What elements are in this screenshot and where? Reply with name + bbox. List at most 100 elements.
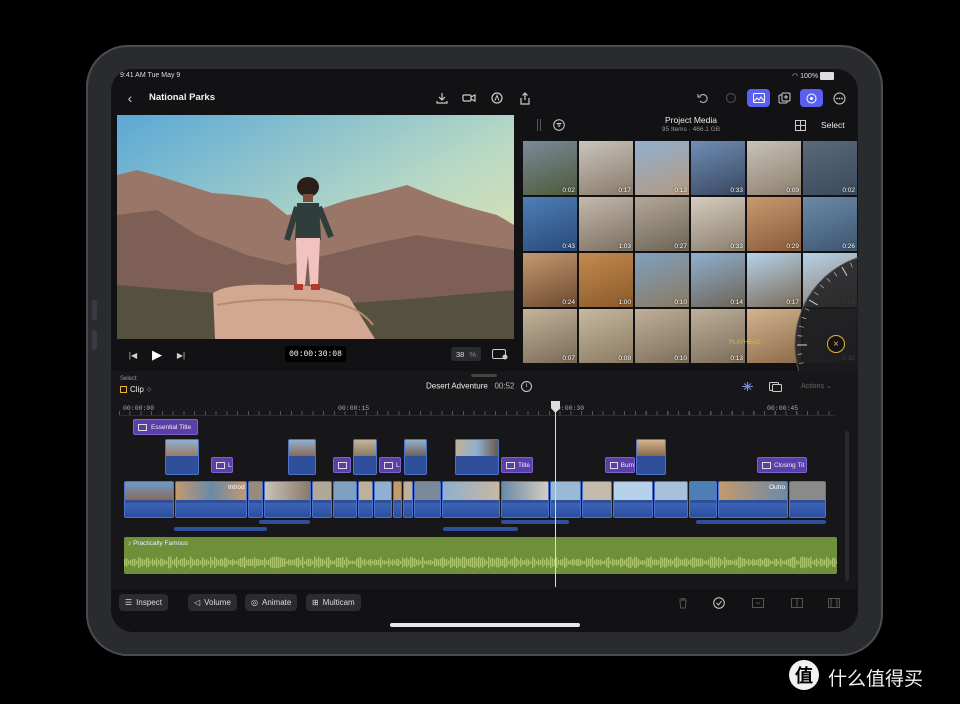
filter-icon[interactable]	[552, 118, 566, 132]
clip-appearance-icon[interactable]	[768, 379, 782, 393]
primary-clip[interactable]	[374, 481, 392, 518]
redo-icon[interactable]	[722, 90, 740, 106]
detach-icon[interactable]	[751, 596, 765, 610]
grid-view-icon[interactable]	[794, 119, 807, 132]
media-thumbnail[interactable]: 1:00	[579, 253, 633, 307]
trim-icon[interactable]	[827, 596, 841, 610]
connected-audio-clip[interactable]	[501, 520, 569, 524]
primary-clip[interactable]	[689, 481, 717, 518]
media-thumbnail[interactable]: 0:02	[803, 141, 857, 195]
clip-mode-selector[interactable]: Clip ◇	[120, 385, 151, 394]
primary-clip[interactable]	[414, 481, 441, 518]
media-thumbnail[interactable]: 0:43	[523, 197, 577, 251]
primary-clip[interactable]	[393, 481, 402, 518]
primary-clip[interactable]	[442, 481, 500, 518]
media-thumbnail[interactable]: 0:10	[635, 253, 689, 307]
multicam-button[interactable]: ⊞ Multicam	[306, 594, 361, 611]
media-thumbnail[interactable]: 0:13	[691, 309, 745, 363]
animate-button[interactable]: ◎ Animate	[245, 594, 298, 611]
primary-clip[interactable]	[613, 481, 653, 518]
title-clip[interactable]	[333, 457, 351, 473]
camera-icon[interactable]	[460, 90, 478, 106]
media-browser-button[interactable]	[747, 89, 770, 107]
skip-forward-icon[interactable]: ▶|	[175, 349, 187, 361]
undo-icon[interactable]	[694, 90, 712, 106]
media-thumbnail[interactable]: 0:17	[579, 141, 633, 195]
title-clip[interactable]: Essential Title	[133, 419, 198, 435]
playhead[interactable]	[555, 401, 556, 587]
title-clip[interactable]: Bum	[605, 457, 635, 473]
media-thumbnail[interactable]: 0:26	[803, 197, 857, 251]
play-icon[interactable]: ▶	[150, 347, 164, 362]
title-clip[interactable]: Closing Tit	[757, 457, 807, 473]
media-thumbnail[interactable]: 0:07	[523, 309, 577, 363]
media-thumbnail[interactable]: 1:03	[579, 197, 633, 251]
select-button[interactable]: Select	[821, 120, 845, 130]
skip-back-icon[interactable]: |◀	[127, 349, 139, 361]
timeline-grabber[interactable]	[471, 374, 497, 377]
trash-icon[interactable]	[676, 596, 690, 610]
jog-close-icon[interactable]: ×	[827, 335, 845, 353]
title-clip[interactable]: Title	[501, 457, 533, 473]
info-icon[interactable]: i	[521, 381, 533, 392]
share-icon[interactable]	[516, 90, 534, 106]
connected-clip[interactable]	[404, 439, 427, 475]
media-thumbnail[interactable]: 0:13	[635, 141, 689, 195]
connected-clip[interactable]	[455, 439, 499, 475]
viewer-options-icon[interactable]	[491, 347, 509, 361]
primary-clip[interactable]: Outro	[718, 481, 788, 518]
voiceover-icon[interactable]	[488, 90, 506, 106]
connected-clip[interactable]	[353, 439, 377, 475]
media-thumbnail[interactable]: 0:29	[747, 197, 801, 251]
timeline[interactable]: Select Clip ◇ Desert Adventure 00:52 i A…	[111, 371, 858, 589]
connected-clip[interactable]	[288, 439, 316, 475]
connected-audio-clip[interactable]	[174, 527, 267, 531]
split-icon[interactable]	[790, 596, 804, 610]
timeline-ruler[interactable]: 00:00:00 00:00:15 00:00:30 00:00:45	[119, 401, 835, 416]
add-layers-icon[interactable]	[775, 90, 793, 106]
primary-clip[interactable]	[333, 481, 357, 518]
connected-clip[interactable]	[636, 439, 666, 475]
music-clip[interactable]: ♪ Practically Famous	[124, 537, 837, 574]
connected-clip[interactable]	[165, 439, 199, 475]
zoom-control[interactable]: 38%	[451, 347, 481, 361]
media-thumbnail[interactable]: 0:27	[635, 197, 689, 251]
primary-clip[interactable]	[654, 481, 688, 518]
snapping-icon[interactable]	[740, 379, 754, 393]
video-viewer[interactable]	[117, 115, 514, 339]
connected-audio-clip[interactable]	[259, 520, 310, 524]
primary-clip[interactable]	[789, 481, 826, 518]
more-icon[interactable]	[830, 90, 848, 106]
media-thumbnail[interactable]: 0:09	[747, 141, 801, 195]
back-chevron-icon[interactable]: ‹	[123, 89, 137, 107]
media-thumbnail[interactable]: 0:14	[691, 253, 745, 307]
checkmark-circle-icon[interactable]	[711, 595, 727, 611]
actions-button[interactable]: Actions ⌄	[801, 382, 832, 390]
drag-handle-icon[interactable]	[537, 119, 541, 131]
primary-clip[interactable]	[501, 481, 549, 518]
import-icon[interactable]	[433, 90, 451, 106]
media-thumbnail[interactable]: 0:02	[523, 141, 577, 195]
primary-clip[interactable]	[582, 481, 612, 518]
connected-audio-clip[interactable]	[443, 527, 518, 531]
title-clip[interactable]: L	[211, 457, 233, 473]
media-thumbnail[interactable]: 0:08	[579, 309, 633, 363]
volume-button[interactable]: ◁ Volume	[188, 594, 237, 611]
connected-audio-clip[interactable]	[696, 520, 826, 524]
primary-clip[interactable]	[358, 481, 373, 518]
primary-clip[interactable]	[124, 481, 174, 518]
media-thumbnail[interactable]: 0:33	[691, 141, 745, 195]
title-clip[interactable]: L	[379, 457, 401, 473]
primary-clip[interactable]	[312, 481, 332, 518]
primary-clip[interactable]	[403, 481, 413, 518]
primary-clip[interactable]	[248, 481, 263, 518]
primary-clip[interactable]: Introd	[175, 481, 247, 518]
primary-clip[interactable]	[264, 481, 311, 518]
timecode-display[interactable]: 00:00:30:08	[285, 346, 346, 362]
timeline-scrollbar[interactable]	[845, 431, 849, 581]
media-thumbnail[interactable]: 0:33	[691, 197, 745, 251]
inspect-button[interactable]: ☰ Inspect	[119, 594, 168, 611]
media-thumbnail[interactable]: 0:10	[635, 309, 689, 363]
media-thumbnail[interactable]: 0:24	[523, 253, 577, 307]
jog-wheel-button[interactable]	[800, 89, 823, 107]
